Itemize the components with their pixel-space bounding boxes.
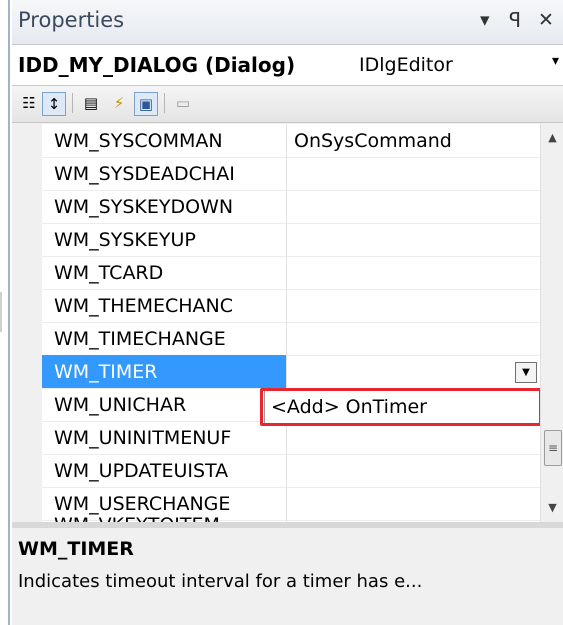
message-name: WM_VKEYTOITEM xyxy=(54,512,284,522)
message-name: WM_TCARD xyxy=(54,262,164,284)
column-divider xyxy=(286,157,287,190)
toolbar-separator xyxy=(72,93,73,113)
messages-icon[interactable]: ▣ xyxy=(134,92,158,116)
column-divider xyxy=(286,256,287,289)
object-name: IDD_MY_DIALOG (Dialog) xyxy=(18,53,296,77)
property-row[interactable]: WM_TCARD xyxy=(42,256,540,290)
column-divider xyxy=(286,322,287,355)
overrides-icon[interactable]: ▭ xyxy=(172,92,194,114)
message-name: WM_SYSDEADCHAI xyxy=(54,163,235,185)
scroll-thumb[interactable]: ≡ xyxy=(544,430,562,466)
description-title: WM_TIMER xyxy=(18,538,134,560)
message-name: WM_TIMER xyxy=(54,361,158,383)
grid-scrollbar[interactable]: ▲ ≡ ▼ xyxy=(540,124,563,522)
message-name: WM_UNICHAR xyxy=(54,394,187,416)
alphabetical-icon[interactable]: ↕ xyxy=(42,92,66,116)
pin-icon[interactable]: ꟼ xyxy=(509,9,521,31)
column-divider xyxy=(286,223,287,256)
window-position-dropdown-icon[interactable]: ▾ xyxy=(480,9,490,31)
handler-value[interactable]: OnSysCommand xyxy=(294,128,452,154)
description-pane: WM_TIMER Indicates timeout interval for … xyxy=(12,528,563,625)
grid-gutter xyxy=(12,124,42,522)
scroll-up-icon[interactable]: ▲ xyxy=(541,128,563,148)
property-row[interactable]: WM_UPDATEUISTA xyxy=(42,454,540,488)
categorized-icon[interactable]: ☷ xyxy=(18,92,40,114)
object-type: IDlgEditor xyxy=(359,54,453,76)
property-row[interactable]: WM_SYSKEYDOWN xyxy=(42,190,540,224)
message-name: WM_TIMECHANGE xyxy=(54,328,226,350)
properties-icon[interactable]: ▤ xyxy=(80,92,102,114)
property-row[interactable]: WM_SYSKEYUP xyxy=(42,223,540,257)
chevron-down-icon[interactable]: ▾ xyxy=(552,53,559,69)
panel-title: Properties xyxy=(18,8,125,32)
events-icon[interactable]: ⚡ xyxy=(108,92,130,114)
property-grid: WM_SYSCOMMAN OnSysCommand WM_SYSDEADCHAI… xyxy=(12,124,563,522)
object-selector[interactable]: IDD_MY_DIALOG (Dialog) IDlgEditor ▾ xyxy=(12,44,563,86)
message-name: WM_SYSCOMMAN xyxy=(54,130,223,152)
message-name: WM_UNINITMENUF xyxy=(54,427,232,449)
property-row[interactable]: WM_SYSCOMMAN OnSysCommand xyxy=(42,124,540,158)
window-left-border xyxy=(8,0,10,625)
property-row-selected[interactable]: WM_TIMER ▼ xyxy=(42,355,540,389)
column-divider xyxy=(286,289,287,322)
properties-panel: Properties ▾ ꟼ ✕ IDD_MY_DIALOG (Dialog) … xyxy=(12,0,563,625)
message-name: WM_THEMECHANC xyxy=(54,295,234,317)
description-text: Indicates timeout interval for a timer h… xyxy=(18,571,423,592)
annotation-highlight-box xyxy=(260,388,542,426)
column-divider xyxy=(286,190,287,223)
background-edge xyxy=(0,292,2,332)
property-row[interactable]: WM_SYSDEADCHAI xyxy=(42,157,540,191)
panel-title-bar: Properties ▾ ꟼ ✕ xyxy=(12,0,563,44)
toolbar-separator xyxy=(164,93,165,113)
column-divider xyxy=(286,355,287,388)
handler-dropdown-button[interactable]: ▼ xyxy=(515,362,537,383)
scroll-down-icon[interactable]: ▼ xyxy=(541,498,563,518)
properties-toolbar: ☷ ↕ ▤ ⚡ ▣ ▭ xyxy=(12,86,563,123)
column-divider xyxy=(286,454,287,487)
message-name: WM_SYSKEYDOWN xyxy=(54,196,234,218)
property-row[interactable]: WM_THEMECHANC xyxy=(42,289,540,323)
property-row[interactable]: WM_UNINITMENUF xyxy=(42,421,540,455)
column-divider xyxy=(286,124,287,157)
property-row-partial[interactable]: WM_VKEYTOITEM xyxy=(42,512,540,522)
property-row[interactable]: WM_TIMECHANGE xyxy=(42,322,540,356)
message-name: WM_SYSKEYUP xyxy=(54,229,196,251)
close-icon[interactable]: ✕ xyxy=(538,9,554,31)
column-divider xyxy=(286,512,287,522)
message-name: WM_UPDATEUISTA xyxy=(54,460,229,482)
